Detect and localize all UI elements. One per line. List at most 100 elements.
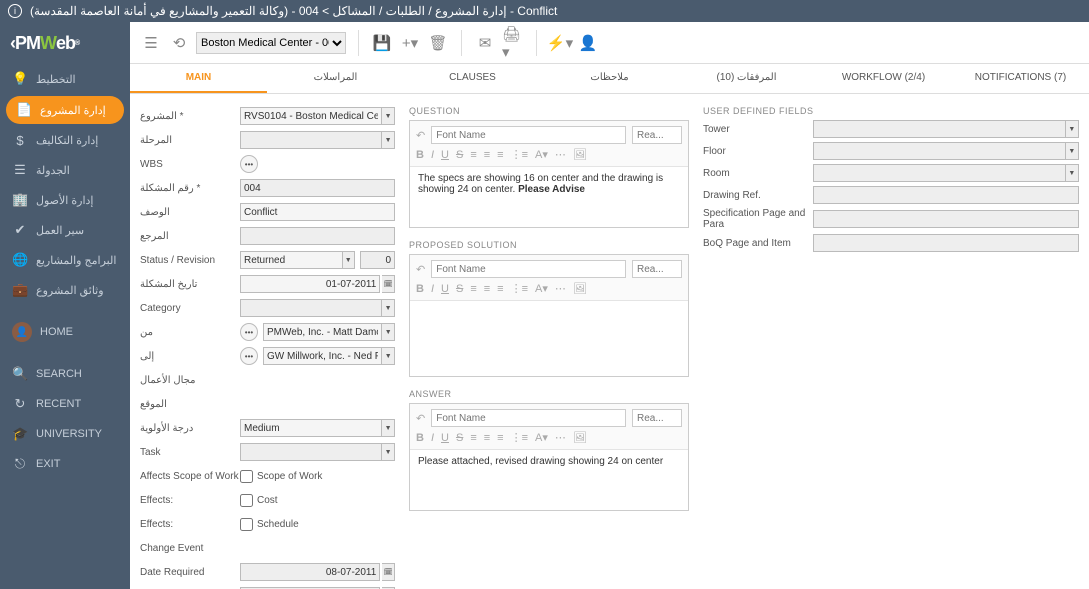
undo-icon[interactable]: ↶	[416, 129, 425, 142]
font-name-input[interactable]	[431, 126, 626, 144]
phase-field[interactable]	[240, 131, 382, 149]
from-picker-icon[interactable]: •••	[240, 323, 258, 341]
sidebar-item-10[interactable]: ↻RECENT	[0, 389, 130, 419]
chevron-down-icon[interactable]: ▼	[382, 323, 395, 341]
add-icon[interactable]: +▾	[399, 32, 421, 54]
tab-1[interactable]: المراسلات	[267, 64, 404, 93]
record-selector[interactable]: Boston Medical Center - 004 - Confl	[196, 32, 346, 54]
chevron-down-icon[interactable]: ▼	[382, 347, 395, 365]
priority-field[interactable]	[240, 419, 382, 437]
spec-page-field[interactable]	[813, 210, 1079, 228]
answer-editor[interactable]: ↶ BIUS≡≡≡⋮≡A▾⋯🖼 Please attached, revised…	[409, 403, 689, 511]
task-field[interactable]	[240, 443, 382, 461]
bolt-icon[interactable]: ⚡▾	[549, 32, 571, 54]
align-left-icon[interactable]: ≡	[470, 432, 476, 444]
italic-icon[interactable]: I	[431, 432, 434, 444]
question-editor[interactable]: ↶ BIUS≡≡≡⋮≡A▾⋯🖼 The specs are showing 16…	[409, 120, 689, 228]
image-icon[interactable]: 🖼	[573, 148, 587, 161]
chevron-down-icon[interactable]: ▼	[382, 419, 395, 437]
align-right-icon[interactable]: ≡	[497, 283, 503, 295]
room-field[interactable]	[813, 164, 1066, 182]
bold-icon[interactable]: B	[416, 149, 424, 161]
question-body[interactable]: The specs are showing 16 on center and t…	[410, 167, 688, 227]
font-name-input[interactable]	[431, 409, 626, 427]
sidebar-item-2[interactable]: $إدارة التكاليف	[0, 126, 130, 155]
answer-body[interactable]: Please attached, revised drawing showing…	[410, 450, 688, 510]
font-size-input[interactable]	[632, 260, 682, 278]
list-icon[interactable]: ⋮≡	[511, 282, 528, 295]
sidebar-item-0[interactable]: 💡التخطيط	[0, 64, 130, 94]
italic-icon[interactable]: I	[431, 149, 434, 161]
align-right-icon[interactable]: ≡	[497, 149, 503, 161]
list-icon[interactable]: ☰	[140, 32, 162, 54]
strike-icon[interactable]: S	[456, 432, 463, 444]
to-field[interactable]	[263, 347, 382, 365]
tab-5[interactable]: WORKFLOW (2/4)	[815, 64, 952, 93]
proposed-editor[interactable]: ↶ BIUS≡≡≡⋮≡A▾⋯🖼	[409, 254, 689, 377]
more-icon[interactable]: ⋯	[555, 431, 566, 444]
sidebar-item-4[interactable]: 🏢إدارة الأصول	[0, 185, 130, 215]
tab-2[interactable]: CLAUSES	[404, 64, 541, 93]
from-field[interactable]	[263, 323, 382, 341]
category-field[interactable]	[240, 299, 382, 317]
revision-field[interactable]	[360, 251, 395, 269]
font-color-icon[interactable]: A▾	[535, 431, 548, 444]
list-icon[interactable]: ⋮≡	[511, 431, 528, 444]
refresh-icon[interactable]: ⟲	[168, 32, 190, 54]
sidebar-item-8[interactable]: 👤HOME	[0, 315, 130, 349]
align-left-icon[interactable]: ≡	[470, 149, 476, 161]
font-color-icon[interactable]: A▾	[535, 282, 548, 295]
underline-icon[interactable]: U	[441, 149, 449, 161]
tower-field[interactable]	[813, 120, 1066, 138]
chevron-down-icon[interactable]: ▼	[382, 443, 395, 461]
print-icon[interactable]: 🖨▾	[502, 32, 524, 54]
to-picker-icon[interactable]: •••	[240, 347, 258, 365]
ref-field[interactable]	[240, 227, 395, 245]
strike-icon[interactable]: S	[456, 149, 463, 161]
font-name-input[interactable]	[431, 260, 626, 278]
strike-icon[interactable]: S	[456, 283, 463, 295]
sidebar-item-5[interactable]: ✔سير العمل	[0, 215, 130, 245]
boq-field[interactable]	[813, 234, 1079, 252]
sidebar-item-12[interactable]: ⎋EXIT	[0, 449, 130, 479]
more-icon[interactable]: ⋯	[555, 282, 566, 295]
tab-4[interactable]: المرفقات (10)	[678, 64, 815, 93]
italic-icon[interactable]: I	[431, 283, 434, 295]
align-center-icon[interactable]: ≡	[484, 149, 490, 161]
sidebar-item-1[interactable]: 📄إدارة المشروع	[6, 96, 124, 124]
issue-no-field[interactable]	[240, 179, 395, 197]
chevron-down-icon[interactable]: ▼	[343, 251, 355, 269]
sidebar-item-11[interactable]: 🎓UNIVERSITY	[0, 419, 130, 449]
proposed-body[interactable]	[410, 301, 688, 376]
sidebar-item-3[interactable]: ☰الجدولة	[0, 155, 130, 185]
drawing-ref-field[interactable]	[813, 186, 1079, 204]
font-size-input[interactable]	[632, 126, 682, 144]
align-left-icon[interactable]: ≡	[470, 283, 476, 295]
undo-icon[interactable]: ↶	[416, 263, 425, 276]
chevron-down-icon[interactable]: ▼	[1066, 142, 1079, 160]
chevron-down-icon[interactable]: ▼	[382, 107, 395, 125]
underline-icon[interactable]: U	[441, 283, 449, 295]
subject-field[interactable]	[240, 203, 395, 221]
image-icon[interactable]: 🖼	[573, 282, 587, 295]
chevron-down-icon[interactable]: ▼	[1066, 120, 1079, 138]
list-icon[interactable]: ⋮≡	[511, 148, 528, 161]
calendar-icon[interactable]: 🗓	[382, 563, 395, 581]
save-icon[interactable]: 💾	[371, 32, 393, 54]
align-center-icon[interactable]: ≡	[484, 432, 490, 444]
sidebar-item-9[interactable]: 🔍SEARCH	[0, 359, 130, 389]
project-field[interactable]	[240, 107, 382, 125]
undo-icon[interactable]: ↶	[416, 412, 425, 425]
sidebar-item-6[interactable]: 🌐البرامج والمشاريع	[0, 245, 130, 275]
status-field[interactable]	[240, 251, 343, 269]
more-icon[interactable]: ⋯	[555, 148, 566, 161]
chevron-down-icon[interactable]: ▼	[1066, 164, 1079, 182]
mail-icon[interactable]: ✉	[474, 32, 496, 54]
calendar-icon[interactable]: 🗓	[382, 275, 395, 293]
user-icon[interactable]: 👤	[577, 32, 599, 54]
tab-0[interactable]: MAIN	[130, 64, 267, 93]
chevron-down-icon[interactable]: ▼	[382, 131, 395, 149]
tab-6[interactable]: NOTIFICATIONS (7)	[952, 64, 1089, 93]
cost-checkbox[interactable]: Cost	[240, 494, 278, 507]
bold-icon[interactable]: B	[416, 432, 424, 444]
